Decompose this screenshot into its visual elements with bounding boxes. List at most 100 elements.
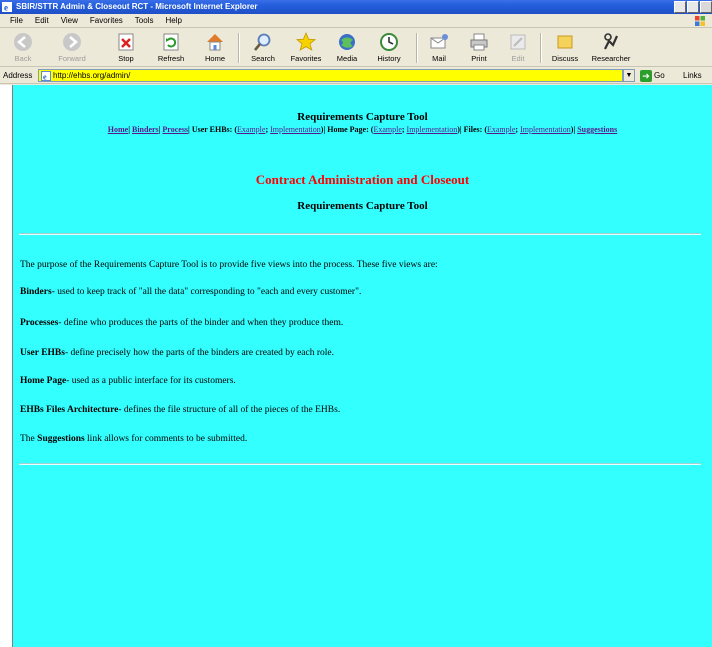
menu-bar: File Edit View Favorites Tools Help bbox=[0, 14, 712, 28]
user-ehbs-description: - define precisely how the parts of the … bbox=[64, 348, 335, 358]
favorites-star-icon bbox=[295, 31, 317, 51]
menu-edit[interactable]: Edit bbox=[29, 14, 55, 27]
contract-title: Contract Administration and Closeout bbox=[255, 172, 470, 187]
nav-home-page-implementation-link[interactable]: Implementation bbox=[407, 125, 458, 134]
address-input[interactable]: e http://ehbs.org/admin/ bbox=[38, 69, 623, 82]
user-ehbs-item: User EHBs- define precisely how the part… bbox=[20, 348, 334, 358]
history-icon bbox=[380, 33, 398, 51]
home-page-description: - used as a public interface for its cus… bbox=[66, 376, 236, 386]
edit-icon bbox=[510, 34, 526, 50]
svg-text:e: e bbox=[4, 3, 8, 13]
back-arrow-icon bbox=[14, 33, 32, 51]
nav-user-ehbs-label: User EHBs: bbox=[191, 125, 233, 134]
header-title: Requirements Capture Tool bbox=[297, 111, 428, 123]
toolbar-separator bbox=[416, 33, 417, 63]
address-bar: Address e http://ehbs.org/admin/ ▼ ➔ Go … bbox=[0, 68, 712, 84]
go-button[interactable]: ➔ Go bbox=[640, 69, 665, 82]
researcher-icon bbox=[604, 33, 619, 50]
page-icon: e bbox=[41, 71, 51, 81]
menu-help[interactable]: Help bbox=[159, 14, 187, 27]
suggestions-note: The Suggestions link allows for comments… bbox=[20, 434, 247, 444]
minimize-button[interactable] bbox=[674, 1, 686, 13]
print-icon bbox=[470, 33, 488, 51]
edit-button[interactable]: Edit bbox=[504, 31, 532, 65]
nav-home-link[interactable]: Home bbox=[108, 125, 128, 134]
go-arrow-icon: ➔ bbox=[640, 69, 652, 82]
history-button[interactable]: History bbox=[372, 31, 406, 65]
nav-suggestions-link[interactable]: Suggestions bbox=[577, 125, 617, 134]
favorites-button[interactable]: Favorites bbox=[284, 31, 328, 65]
binders-description: - used to keep track of "all the data" c… bbox=[51, 287, 362, 297]
binders-term: Binders bbox=[20, 287, 52, 297]
nav-process-link[interactable]: Process bbox=[162, 125, 188, 134]
nav-home-page-example-link[interactable]: Example bbox=[373, 125, 401, 134]
nav-files-label: Files: bbox=[463, 125, 483, 134]
go-label: Go bbox=[654, 71, 665, 80]
processes-description: - define who produces the parts of the b… bbox=[58, 318, 344, 328]
home-page-term: Home Page bbox=[20, 376, 67, 386]
intro-text: The purpose of the Requirements Capture … bbox=[20, 260, 438, 270]
window-title: SBIR/STTR Admin & Closeout RCT - Microso… bbox=[16, 2, 258, 11]
researcher-button[interactable]: Researcher bbox=[588, 31, 634, 65]
refresh-button[interactable]: Refresh bbox=[154, 31, 188, 65]
home-button[interactable]: Home bbox=[200, 31, 230, 65]
files-architecture-item: EHBs Files Architecture- defines the fil… bbox=[20, 405, 340, 415]
media-button[interactable]: Media bbox=[332, 31, 362, 65]
home-page-item: Home Page- used as a public interface fo… bbox=[20, 376, 236, 386]
home-icon bbox=[207, 34, 223, 51]
nav-user-ehbs-implementation-link[interactable]: Implementation bbox=[270, 125, 321, 134]
mail-icon bbox=[430, 34, 448, 49]
files-architecture-term: EHBs Files Architecture bbox=[20, 405, 119, 415]
menu-file[interactable]: File bbox=[4, 14, 29, 27]
forward-button[interactable]: Forward bbox=[52, 31, 92, 65]
files-architecture-description: - defines the file structure of all of t… bbox=[118, 405, 341, 415]
suggestions-note-suffix: link allows for comments to be submitted… bbox=[84, 434, 248, 444]
search-icon bbox=[254, 33, 271, 51]
address-label: Address bbox=[3, 71, 33, 80]
divider-bottom bbox=[19, 463, 701, 465]
address-url: http://ehbs.org/admin/ bbox=[53, 71, 131, 80]
toolbar-separator bbox=[238, 33, 239, 63]
browser-window: e SBIR/STTR Admin & Closeout RCT - Micro… bbox=[0, 0, 712, 647]
window-controls bbox=[674, 1, 712, 13]
svg-text:e: e bbox=[43, 73, 47, 82]
media-icon bbox=[339, 34, 355, 50]
nav-files-implementation-link[interactable]: Implementation bbox=[520, 125, 571, 134]
ie-app-icon: e bbox=[2, 2, 12, 12]
processes-item: Processes- define who produces the parts… bbox=[20, 318, 343, 328]
address-dropdown-button[interactable]: ▼ bbox=[623, 69, 635, 82]
suggestions-note-term: Suggestions bbox=[37, 434, 85, 444]
title-bar: e SBIR/STTR Admin & Closeout RCT - Micro… bbox=[0, 0, 712, 14]
divider-top bbox=[19, 233, 701, 235]
page-subtitle: Requirements Capture Tool bbox=[297, 200, 428, 212]
page-content: Requirements Capture Tool Home| Binders|… bbox=[13, 85, 712, 647]
nav-home-page-label: Home Page: bbox=[327, 125, 369, 134]
nav-links: Home| Binders| Process| User EHBs: (Exam… bbox=[107, 125, 618, 134]
toolbar: Back Forward Stop Refresh Home Search Fa… bbox=[0, 29, 712, 67]
stop-icon bbox=[118, 33, 134, 51]
mail-button[interactable]: Mail bbox=[424, 31, 454, 65]
forward-arrow-icon bbox=[63, 33, 81, 51]
stop-button[interactable]: Stop bbox=[112, 31, 140, 65]
suggestions-note-prefix: The bbox=[20, 434, 38, 444]
menu-tools[interactable]: Tools bbox=[129, 14, 160, 27]
toolbar-separator bbox=[540, 33, 541, 63]
maximize-button[interactable] bbox=[687, 1, 699, 13]
processes-term: Processes bbox=[20, 318, 59, 328]
nav-files-example-link[interactable]: Example bbox=[487, 125, 515, 134]
discuss-icon bbox=[557, 35, 573, 49]
user-ehbs-term: User EHBs bbox=[20, 348, 65, 358]
nav-user-ehbs-example-link[interactable]: Example bbox=[237, 125, 265, 134]
discuss-button[interactable]: Discuss bbox=[548, 31, 582, 65]
menu-view[interactable]: View bbox=[55, 14, 84, 27]
binders-item: Binders- used to keep track of "all the … bbox=[20, 287, 361, 297]
links-button[interactable]: Links bbox=[683, 71, 702, 80]
windows-flag-icon bbox=[695, 16, 705, 26]
print-button[interactable]: Print bbox=[464, 31, 494, 65]
left-frame-border bbox=[0, 85, 13, 647]
close-button[interactable] bbox=[700, 1, 712, 13]
menu-favorites[interactable]: Favorites bbox=[84, 14, 129, 27]
back-button[interactable]: Back bbox=[6, 31, 40, 65]
search-button[interactable]: Search bbox=[246, 31, 280, 65]
nav-binders-link[interactable]: Binders bbox=[132, 125, 159, 134]
